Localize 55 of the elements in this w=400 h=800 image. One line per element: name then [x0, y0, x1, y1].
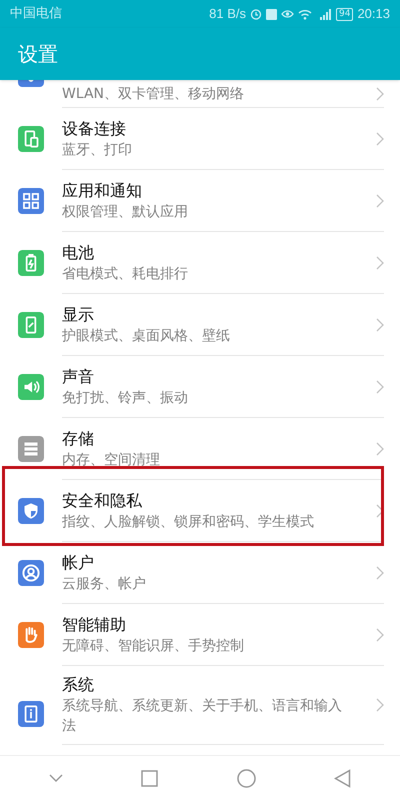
item-title: 智能辅助	[62, 614, 127, 636]
item-subtitle: 系统导航、系统更新、关于手机、语言和输入法	[62, 697, 343, 736]
settings-item[interactable]: 存储 内存、空间清理	[0, 418, 400, 480]
settings-item[interactable]: 显示 护眼模式、桌面风格、壁纸	[0, 294, 400, 356]
settings-item[interactable]: 系统 系统导航、系统更新、关于手机、语言和输入法	[0, 666, 400, 745]
chevron-icon	[376, 86, 384, 100]
settings-item[interactable]: WLAN、双卡管理、移动网络	[0, 80, 400, 108]
wifi-icon	[298, 8, 312, 20]
carrier-name: 中国电信	[10, 5, 62, 24]
item-subtitle: WLAN、双卡管理、移动网络	[62, 84, 246, 104]
clock-time: 20:13	[357, 5, 390, 24]
item-subtitle: 权限管理、默认应用	[62, 202, 189, 222]
settings-item[interactable]: 帐户 云服务、帐户	[0, 542, 400, 604]
item-title: 系统	[62, 674, 95, 696]
item-title: 设备连接	[62, 118, 127, 140]
chevron-icon	[376, 504, 384, 518]
settings-item[interactable]: 电池 省电模式、耗电排行	[0, 232, 400, 294]
item-subtitle: 免打扰、铃声、振动	[62, 388, 189, 408]
page-title: 设置	[18, 41, 58, 68]
settings-item[interactable]: 应用和通知 权限管理、默认应用	[0, 170, 400, 232]
item-subtitle: 护眼模式、桌面风格、壁纸	[62, 326, 231, 346]
battery-level: 94	[336, 8, 354, 20]
triangle-back-icon[interactable]	[334, 768, 351, 788]
eye-icon	[281, 9, 294, 19]
chevron-icon	[376, 566, 384, 580]
chevron-down-icon[interactable]	[49, 774, 64, 782]
settings-item[interactable]: 设备连接 蓝牙、打印	[0, 108, 400, 170]
chevron-icon	[376, 628, 384, 642]
item-subtitle: 指纹、人脸解锁、锁屏和密码、学生模式	[62, 512, 315, 532]
item-title: 存储	[62, 428, 95, 450]
item-subtitle: 无障碍、智能识屏、手势控制	[62, 636, 245, 656]
chevron-icon	[376, 256, 384, 270]
item-subtitle: 蓝牙、打印	[62, 140, 133, 160]
chevron-icon	[376, 194, 384, 208]
item-title: 电池	[62, 242, 95, 264]
item-title: 应用和通知	[62, 180, 143, 202]
item-title: 安全和隐私	[62, 490, 143, 512]
chevron-icon	[376, 698, 384, 712]
chevron-icon	[376, 132, 384, 146]
chevron-icon	[376, 380, 384, 394]
settings-item[interactable]: 声音 免打扰、铃声、振动	[0, 356, 400, 418]
item-subtitle: 内存、空间清理	[62, 450, 161, 470]
square-icon[interactable]	[141, 770, 158, 786]
chevron-icon	[376, 442, 384, 456]
settings-item[interactable]: 安全和隐私 指纹、人脸解锁、锁屏和密码、学生模式	[0, 480, 400, 542]
chevron-icon	[376, 318, 384, 332]
item-title: 帐户	[62, 552, 95, 574]
settings-item[interactable]: 智能辅助 无障碍、智能识屏、手势控制	[0, 604, 400, 666]
item-subtitle: 云服务、帐户	[62, 574, 147, 594]
item-title: 声音	[62, 366, 95, 388]
alarm-icon	[250, 8, 262, 20]
network-speed: 81 B/s	[209, 5, 246, 24]
item-title: 显示	[62, 304, 95, 326]
circle-icon[interactable]	[236, 768, 256, 788]
item-subtitle: 省电模式、耗电排行	[62, 264, 189, 284]
